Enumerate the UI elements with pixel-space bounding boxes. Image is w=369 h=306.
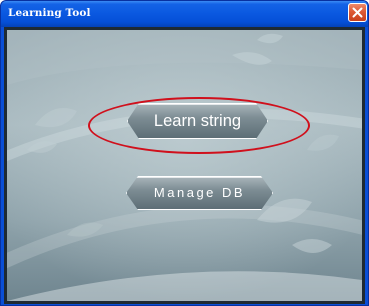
window-title: Learning Tool	[8, 7, 91, 19]
leaf-background	[7, 30, 362, 301]
title-bar[interactable]: Learning Tool	[1, 1, 368, 27]
manage-db-label: Manage DB	[153, 185, 246, 200]
learn-string-button[interactable]: Learn string	[127, 103, 268, 139]
window-client-area: Learn string Manage DB	[4, 27, 365, 304]
learning-tool-window: Learning Tool Learn string Manage DB	[0, 0, 369, 306]
learn-string-label: Learn string	[153, 112, 242, 130]
main-panel: Learn string Manage DB	[7, 30, 362, 301]
manage-db-button[interactable]: Manage DB	[126, 176, 273, 210]
close-button[interactable]	[348, 3, 367, 22]
close-icon	[352, 7, 363, 18]
